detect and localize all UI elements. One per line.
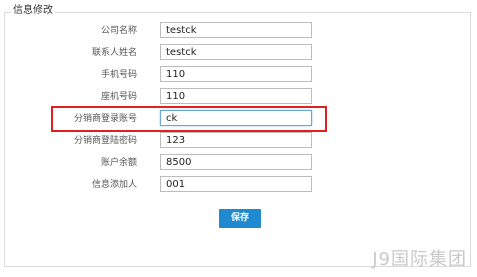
- login-account-label: 分销商登录账号: [73, 114, 137, 124]
- form-row-added-by: 信息添加人: [0, 176, 477, 194]
- landline-field[interactable]: [160, 88, 312, 104]
- mobile-field[interactable]: [160, 66, 312, 82]
- mobile-label: 手机号码: [100, 70, 137, 80]
- form-row-mobile: 手机号码: [0, 66, 477, 84]
- edit-info-panel: 信息修改 公司名称 联系人姓名 手机号码 座机号码 分销商登录账号 分销商登陆密…: [0, 0, 477, 277]
- form-row-company-name: 公司名称: [0, 22, 477, 40]
- form-row-balance: 账户余额: [0, 154, 477, 172]
- form-row-login-password: 分销商登陆密码: [0, 132, 477, 150]
- watermark: J9国际集团: [372, 249, 467, 270]
- contact-name-label: 联系人姓名: [91, 48, 137, 58]
- login-account-field[interactable]: [160, 110, 312, 126]
- added-by-label: 信息添加人: [91, 180, 137, 190]
- landline-label: 座机号码: [100, 92, 137, 102]
- login-password-field[interactable]: [160, 132, 312, 148]
- balance-label: 账户余额: [100, 158, 137, 168]
- contact-name-field[interactable]: [160, 44, 312, 60]
- form-legend: 信息修改: [11, 4, 55, 18]
- company-name-label: 公司名称: [100, 26, 137, 36]
- company-name-field[interactable]: [160, 22, 312, 38]
- added-by-field[interactable]: [160, 176, 312, 192]
- login-password-label: 分销商登陆密码: [73, 136, 137, 146]
- form-row-landline: 座机号码: [0, 88, 477, 106]
- form-row-contact-name: 联系人姓名: [0, 44, 477, 62]
- save-button[interactable]: 保存: [219, 209, 261, 228]
- form-row-login-account: 分销商登录账号: [0, 110, 477, 128]
- balance-field[interactable]: [160, 154, 312, 170]
